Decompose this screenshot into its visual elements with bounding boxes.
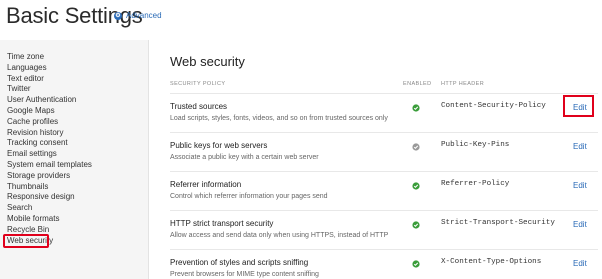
sidebar-item-label: Text editor (7, 73, 44, 83)
column-header-enabled: ENABLED (403, 81, 432, 87)
advanced-link[interactable]: ⚙ Advanced (114, 11, 162, 20)
sidebar-item-label: Storage providers (7, 170, 71, 180)
policy-name: HTTP strict transport security (170, 219, 274, 228)
sidebar-item-label: Time zone (7, 52, 45, 61)
sidebar-item-label: Revision history (7, 127, 64, 137)
sidebar-item-label: Languages (7, 62, 47, 72)
sidebar-item-revision-history[interactable]: Revision history (7, 128, 92, 139)
sidebar-item-web-security[interactable]: Web security (3, 233, 92, 248)
sidebar-item-label: Email settings (7, 149, 57, 159)
sidebar-item-label: Thumbnails (7, 181, 49, 191)
edit-link[interactable]: Edit (573, 259, 587, 268)
section-title: Web security (170, 54, 245, 69)
sidebar: Time zone Languages Text editor Twitter … (0, 40, 149, 279)
advanced-label[interactable]: Advanced (126, 11, 162, 20)
sidebar-item-label: System email templates (7, 159, 92, 169)
table-row: Public keys for web servers Associate a … (170, 132, 598, 171)
edit-link[interactable]: Edit (573, 103, 587, 112)
check-circle-icon (412, 221, 420, 229)
table-row: HTTP strict transport security Allow acc… (170, 210, 598, 249)
highlight-box (3, 233, 49, 248)
sidebar-item-text-editor[interactable]: Text editor (7, 74, 92, 85)
column-header-http-header: HTTP HEADER (441, 81, 485, 87)
main-panel: Web security SECURITY POLICY ENABLED HTT… (150, 40, 602, 279)
sidebar-item-label: Tracking consent (7, 138, 68, 148)
check-circle-icon (412, 182, 420, 190)
policy-description: Load scripts, styles, fonts, videos, and… (170, 115, 388, 122)
policy-description: Prevent browsers for MIME type content s… (170, 271, 319, 278)
http-header-name: Strict-Transport-Security (441, 219, 555, 227)
sidebar-item-system-email-templates[interactable]: System email templates (7, 160, 92, 171)
edit-link[interactable]: Edit (573, 142, 587, 151)
policy-name: Trusted sources (170, 102, 228, 111)
sidebar-item-label: User Authentication (7, 95, 77, 105)
sidebar-item-storage-providers[interactable]: Storage providers (7, 171, 92, 182)
sidebar-item-tracking-consent[interactable]: Tracking consent (7, 138, 92, 149)
sidebar-item-label: Recycle Bin (7, 224, 50, 234)
sidebar-item-thumbnails[interactable]: Thumbnails (7, 182, 92, 193)
policy-name: Prevention of styles and scripts sniffin… (170, 258, 309, 267)
sidebar-item-time-zone[interactable]: Time zone (7, 52, 92, 63)
check-circle-icon (412, 104, 420, 112)
table-row: Trusted sources Load scripts, styles, fo… (170, 93, 598, 132)
sidebar-item-label: Mobile formats (7, 213, 60, 223)
sidebar-item-label: Cache profiles (7, 116, 59, 126)
sidebar-item-search[interactable]: Search (7, 203, 92, 214)
sidebar-item-label: Google Maps (7, 105, 55, 115)
edit-link[interactable]: Edit (573, 220, 587, 229)
table-row: Referrer information Control which refer… (170, 171, 598, 210)
sidebar-item-google-maps[interactable]: Google Maps (7, 106, 92, 117)
sidebar-item-user-authentication[interactable]: User Authentication (7, 95, 92, 106)
sidebar-item-responsive-design[interactable]: Responsive design (7, 192, 92, 203)
check-circle-icon (412, 260, 420, 268)
policy-description: Associate a public key with a certain we… (170, 154, 319, 161)
sidebar-item-twitter[interactable]: Twitter (7, 84, 92, 95)
sidebar-item-mobile-formats[interactable]: Mobile formats (7, 214, 92, 225)
policy-description: Control which referrer information your … (170, 193, 328, 200)
sidebar-item-languages[interactable]: Languages (7, 63, 92, 74)
http-header-name: Public-Key-Pins (441, 141, 510, 149)
policy-name: Public keys for web servers (170, 141, 268, 150)
edit-link[interactable]: Edit (573, 181, 587, 190)
sidebar-item-label: Twitter (7, 84, 31, 94)
table-header: SECURITY POLICY ENABLED HTTP HEADER (170, 81, 598, 91)
policy-name: Referrer information (170, 180, 242, 189)
http-header-name: Content-Security-Policy (441, 102, 546, 110)
http-header-name: X-Content-Type-Options (441, 258, 542, 266)
sidebar-item-email-settings[interactable]: Email settings (7, 149, 92, 160)
check-circle-icon (412, 143, 420, 151)
policy-description: Allow access and send data only when usi… (170, 232, 389, 239)
http-header-name: Referrer-Policy (441, 180, 510, 188)
table-row: Prevention of styles and scripts sniffin… (170, 249, 598, 279)
sidebar-item-label: Responsive design (7, 192, 75, 202)
sidebar-item-cache-profiles[interactable]: Cache profiles (7, 117, 92, 128)
header: Basic Settings ⚙ Advanced (0, 0, 602, 40)
advanced-icon: ⚙ (114, 11, 122, 20)
sidebar-item-label: Search (7, 203, 33, 213)
column-header-policy: SECURITY POLICY (170, 81, 226, 87)
sidebar-list: Time zone Languages Text editor Twitter … (3, 52, 92, 248)
